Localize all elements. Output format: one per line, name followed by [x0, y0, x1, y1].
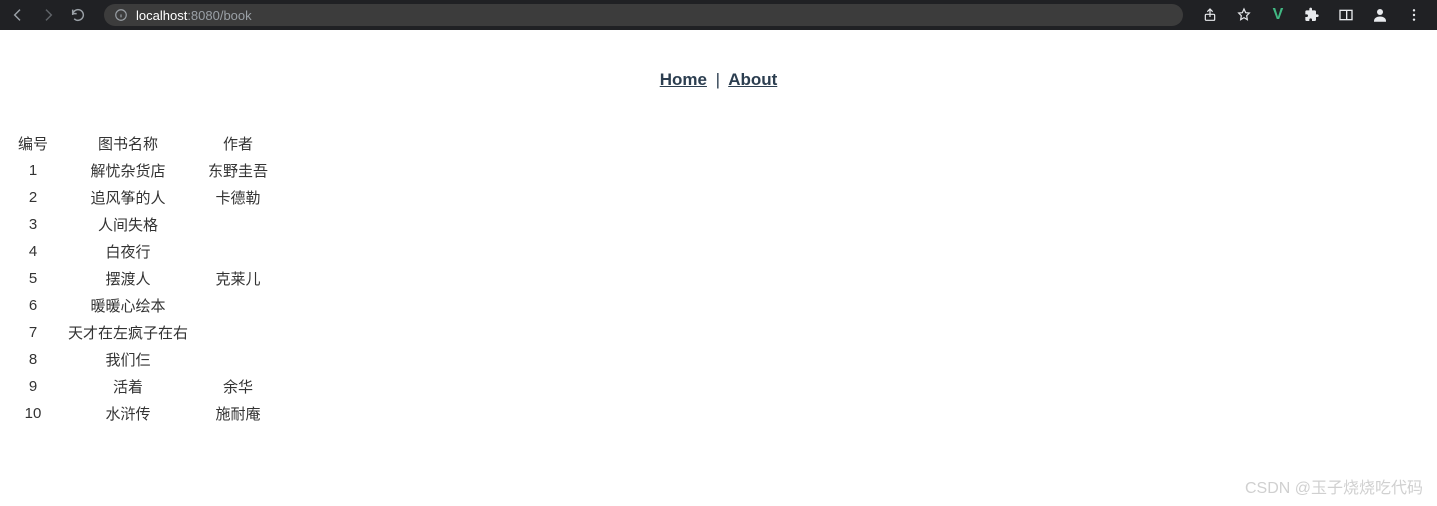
url-text: localhost:8080/book — [136, 8, 252, 23]
cell-id: 2 — [8, 184, 58, 211]
url-host: localhost — [136, 8, 187, 23]
cell-name: 追风筝的人 — [58, 184, 198, 211]
back-button[interactable] — [8, 5, 28, 25]
browser-toolbar: localhost:8080/book V — [0, 0, 1437, 30]
cell-name: 白夜行 — [58, 238, 198, 265]
share-icon[interactable] — [1201, 6, 1219, 24]
watermark: CSDN @玉子烧烧吃代码 — [1245, 474, 1423, 498]
cell-name: 人间失格 — [58, 211, 198, 238]
table-header-row: 编号 图书名称 作者 — [8, 130, 278, 157]
cell-id: 5 — [8, 265, 58, 292]
table-row: 5摆渡人克莱儿 — [8, 265, 278, 292]
extensions-icon[interactable] — [1303, 6, 1321, 24]
cell-id: 4 — [8, 238, 58, 265]
cell-name: 解忧杂货店 — [58, 157, 198, 184]
toolbar-right: V — [1201, 6, 1429, 24]
page-content: Home | About 编号 图书名称 作者 1解忧杂货店东野圭吾2追风筝的人… — [0, 30, 1437, 427]
profile-icon[interactable] — [1371, 6, 1389, 24]
table-row: 7天才在左疯子在右 — [8, 319, 278, 346]
header-name: 图书名称 — [58, 130, 198, 157]
cell-id: 7 — [8, 319, 58, 346]
cell-author: 余华 — [198, 373, 278, 400]
nav-separator: | — [716, 70, 720, 89]
cell-id: 3 — [8, 211, 58, 238]
table-row: 3人间失格 — [8, 211, 278, 238]
header-id: 编号 — [8, 130, 58, 157]
address-bar[interactable]: localhost:8080/book — [104, 4, 1183, 26]
cell-name: 水浒传 — [58, 400, 198, 427]
cell-id: 9 — [8, 373, 58, 400]
table-row: 1解忧杂货店东野圭吾 — [8, 157, 278, 184]
vue-devtools-icon[interactable]: V — [1269, 6, 1287, 24]
url-path: :8080/book — [187, 8, 251, 23]
cell-id: 8 — [8, 346, 58, 373]
cell-author: 东野圭吾 — [198, 157, 278, 184]
cell-author — [198, 292, 278, 319]
table-row: 10水浒传施耐庵 — [8, 400, 278, 427]
cell-author — [198, 346, 278, 373]
table-row: 4白夜行 — [8, 238, 278, 265]
panel-icon[interactable] — [1337, 6, 1355, 24]
cell-name: 摆渡人 — [58, 265, 198, 292]
forward-button[interactable] — [38, 5, 58, 25]
cell-author — [198, 211, 278, 238]
cell-author: 克莱儿 — [198, 265, 278, 292]
cell-name: 活着 — [58, 373, 198, 400]
cell-author — [198, 319, 278, 346]
cell-name: 我们仨 — [58, 346, 198, 373]
table-row: 9活着余华 — [8, 373, 278, 400]
table-row: 8我们仨 — [8, 346, 278, 373]
cell-name: 暖暖心绘本 — [58, 292, 198, 319]
cell-author: 卡德勒 — [198, 184, 278, 211]
bookmark-star-icon[interactable] — [1235, 6, 1253, 24]
cell-author — [198, 238, 278, 265]
about-link[interactable]: About — [728, 70, 777, 89]
table-row: 6暖暖心绘本 — [8, 292, 278, 319]
site-info-icon[interactable] — [114, 8, 128, 22]
cell-id: 6 — [8, 292, 58, 319]
router-nav: Home | About — [0, 70, 1437, 90]
cell-id: 1 — [8, 157, 58, 184]
cell-author: 施耐庵 — [198, 400, 278, 427]
book-table: 编号 图书名称 作者 1解忧杂货店东野圭吾2追风筝的人卡德勒3人间失格4白夜行5… — [8, 130, 278, 427]
reload-button[interactable] — [68, 5, 88, 25]
menu-icon[interactable] — [1405, 6, 1423, 24]
cell-id: 10 — [8, 400, 58, 427]
table-row: 2追风筝的人卡德勒 — [8, 184, 278, 211]
home-link[interactable]: Home — [660, 70, 707, 89]
cell-name: 天才在左疯子在右 — [58, 319, 198, 346]
header-author: 作者 — [198, 130, 278, 157]
